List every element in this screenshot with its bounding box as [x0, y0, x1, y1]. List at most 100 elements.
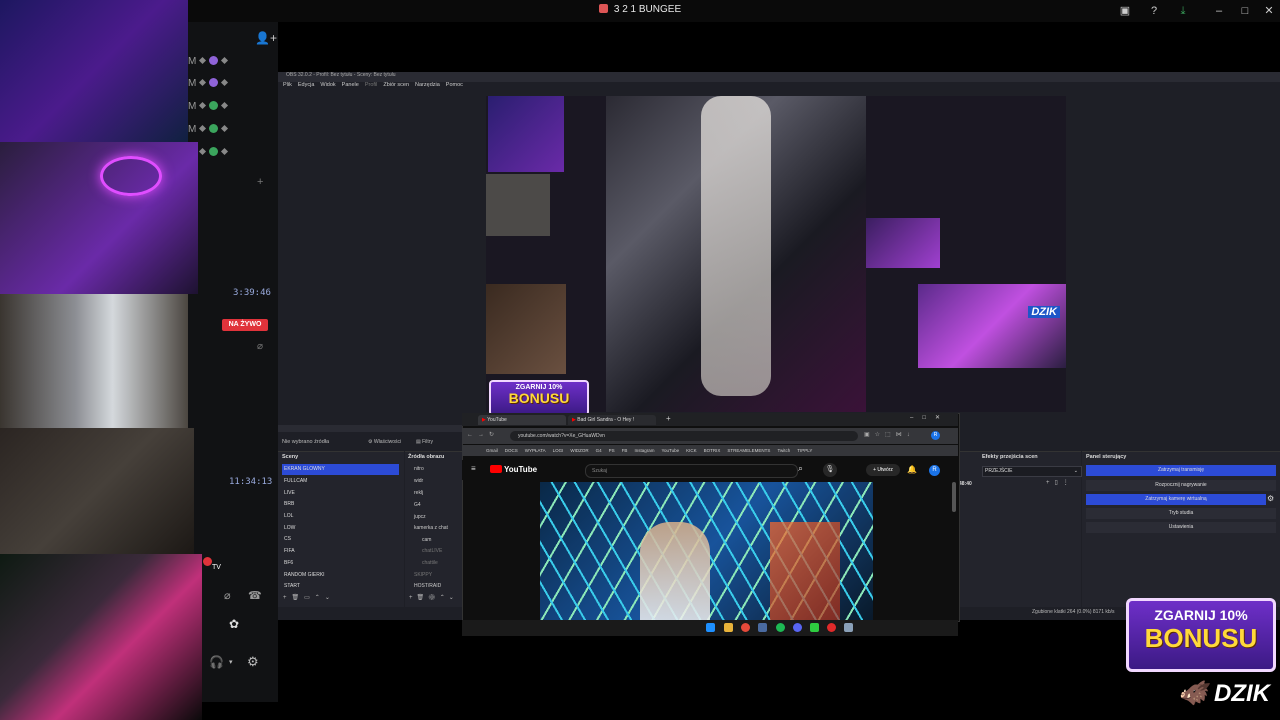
source-item[interactable]: kamerka z chat — [414, 525, 448, 531]
bookmark[interactable]: PS — [609, 448, 615, 453]
source-item[interactable]: G4 — [414, 502, 421, 508]
scene-item[interactable]: START — [282, 581, 399, 592]
scene-item[interactable]: LOW — [282, 523, 399, 534]
steam-icon[interactable] — [758, 623, 767, 632]
video-player[interactable] — [540, 482, 873, 620]
menu-item[interactable]: Profil — [365, 82, 378, 88]
bookmark[interactable]: BOTRIX — [704, 448, 721, 453]
menu-item[interactable]: Narzędzia — [415, 82, 440, 88]
bookmark[interactable]: Gmail — [486, 448, 498, 453]
chrome-icon[interactable] — [741, 623, 750, 632]
menu-item[interactable]: Edycja — [298, 82, 315, 88]
bookmark[interactable]: TIPPLY — [797, 448, 812, 453]
bell-icon[interactable]: 🔔 — [907, 465, 917, 474]
bookmark[interactable]: DOCS — [505, 448, 518, 453]
window-controls[interactable]: –□✕ — [910, 414, 949, 421]
inbox-icon[interactable]: ▣ — [1118, 4, 1132, 18]
browser-tab[interactable]: ▶ YouTube — [478, 415, 566, 425]
add-user-icon[interactable]: 👤+ — [255, 31, 277, 45]
search-icon[interactable]: ⌕ — [798, 463, 803, 474]
url-bar[interactable]: youtube.com/watch?v=Xe_GHuaWDvn — [510, 431, 858, 441]
browser-extension-icons[interactable]: ▣☆⬚⋈↓ — [864, 431, 915, 438]
source-item[interactable]: chatLIVE — [422, 548, 442, 554]
bookmark[interactable]: WIDZOR — [570, 448, 588, 453]
close-icon[interactable]: ✕ — [1262, 4, 1276, 18]
discord-icon[interactable] — [793, 623, 802, 632]
nav-buttons[interactable]: ←→↻ — [467, 431, 499, 438]
menu-item[interactable]: Panele — [342, 82, 359, 88]
bookmark[interactable]: G4 — [596, 448, 602, 453]
transition-select[interactable]: PRZEJŚCIE ⌄ — [982, 466, 1082, 477]
bookmark[interactable]: FB — [622, 448, 628, 453]
maximize-icon[interactable]: □ — [1238, 4, 1252, 18]
help-icon[interactable]: ? — [1147, 4, 1161, 18]
app-icon[interactable] — [844, 623, 853, 632]
source-controls[interactable]: +🗑⚙⌃⌄ — [409, 594, 458, 601]
source-item[interactable]: reklj — [414, 490, 423, 496]
scene-item[interactable]: RANDOM GIERKI — [282, 570, 399, 581]
obs-preview[interactable]: DZIK — [486, 96, 1066, 412]
scene-item[interactable]: FIFA — [282, 546, 399, 557]
mute-mic-icon[interactable]: ⌀ — [224, 589, 231, 602]
start-recording-button[interactable]: Rozpocznij nagrywanie — [1086, 480, 1276, 491]
source-item[interactable]: widr — [414, 478, 423, 484]
source-item[interactable]: chattile — [422, 560, 438, 566]
settings-button[interactable]: Ustawienia — [1086, 522, 1276, 533]
menu-item[interactable]: Zbiór scen — [383, 82, 409, 88]
member-row[interactable]: M — [188, 78, 229, 89]
soundboard-icon[interactable]: ✿ — [229, 617, 239, 631]
scene-item[interactable]: CS — [282, 534, 399, 545]
muted-icon[interactable]: ⌀ — [257, 341, 263, 352]
source-item[interactable]: nitro — [414, 466, 424, 472]
start-icon[interactable] — [706, 623, 715, 632]
stop-stream-button[interactable]: Zatrzymaj transmisję — [1086, 465, 1276, 476]
source-item[interactable]: jupcz — [414, 514, 426, 520]
menu-item[interactable]: Plik — [283, 82, 292, 88]
properties-button[interactable]: ⚙ Właściwości — [368, 439, 401, 445]
youtube-avatar[interactable]: R — [929, 465, 940, 476]
youtube-search-input[interactable]: Szukaj — [585, 464, 798, 478]
bookmark[interactable]: YouTube — [661, 448, 679, 453]
scene-item[interactable]: EKRAN GLOWNY — [282, 464, 399, 475]
browser-tab-active[interactable]: ▶ Bad Girl Sandra - O Hey ! — [568, 415, 656, 425]
add-channel-icon[interactable]: + — [257, 176, 263, 188]
youtube-logo[interactable]: YouTube — [490, 465, 537, 474]
member-row[interactable]: M — [188, 101, 229, 112]
member-row[interactable]: M — [188, 56, 229, 67]
scene-item[interactable]: LOL — [282, 511, 399, 522]
scene-item[interactable]: BRB — [282, 499, 399, 510]
bookmark[interactable]: LOGI — [553, 448, 564, 453]
page-scrollbar[interactable] — [952, 482, 956, 512]
create-button[interactable]: + Utwórz — [866, 464, 900, 476]
bookmark[interactable]: Instagram — [634, 448, 654, 453]
transition-controls[interactable]: +▯⋮ — [1046, 479, 1074, 486]
deafen-icon[interactable]: 🎧 — [209, 655, 224, 669]
scene-controls[interactable]: +🗑▭⌃⌄ — [283, 594, 335, 601]
minimize-icon[interactable]: – — [1212, 4, 1226, 18]
download-icon[interactable]: ⤓ — [1176, 4, 1190, 18]
virtualcam-settings-icon[interactable]: ⚙ — [1267, 494, 1274, 503]
mic-icon[interactable]: 🎙 — [823, 463, 837, 477]
chevron-down-icon[interactable]: ▾ — [229, 658, 233, 666]
bookmark[interactable]: STREAMELEMENTS — [727, 448, 770, 453]
kick-icon[interactable] — [810, 623, 819, 632]
source-item[interactable]: SKIPPY — [414, 572, 432, 578]
obs-red-icon[interactable] — [827, 623, 836, 632]
member-row[interactable]: M — [188, 124, 229, 135]
studio-mode-button[interactable]: Tryb studia — [1086, 508, 1276, 519]
headset-icon[interactable]: ☎ — [248, 589, 262, 602]
scene-item[interactable]: FULLCAM — [282, 476, 399, 487]
file-explorer-icon[interactable] — [724, 623, 733, 632]
filters-button[interactable]: ▤ Filtry — [416, 439, 433, 445]
bookmark[interactable]: Twitch — [777, 448, 790, 453]
scene-item[interactable]: LIVE — [282, 488, 399, 499]
settings-icon[interactable]: ⚙ — [247, 654, 259, 670]
scene-item[interactable]: BF6 — [282, 558, 399, 569]
stop-virtualcam-button[interactable]: Zatrzymaj kamerę wirtualną — [1086, 494, 1266, 505]
profile-avatar[interactable]: R — [931, 431, 940, 440]
source-item[interactable]: HOST/RAID — [414, 583, 441, 589]
hamburger-menu-icon[interactable]: ≡ — [471, 464, 476, 473]
bookmark[interactable]: KICK — [686, 448, 697, 453]
spotify-icon[interactable] — [776, 623, 785, 632]
bookmark[interactable]: WYPŁATA — [525, 448, 546, 453]
